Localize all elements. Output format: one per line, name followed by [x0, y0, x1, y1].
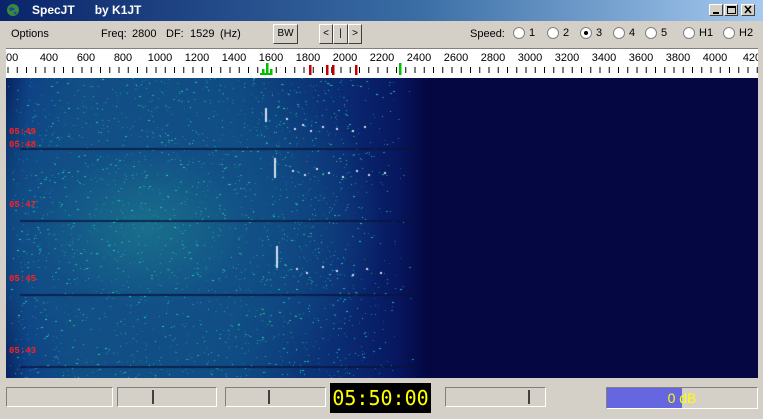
- options-menu[interactable]: Options: [11, 28, 49, 40]
- app-author: by K1JT: [94, 3, 142, 17]
- speed-radio-label: 2: [563, 27, 570, 39]
- scale-label: 1000: [148, 52, 172, 64]
- radio-circle-icon[interactable]: [513, 27, 525, 39]
- speed-radio-label: 1: [529, 27, 536, 39]
- maximize-button[interactable]: [724, 4, 738, 16]
- scale-label: 1600: [259, 52, 283, 64]
- radio-circle-icon[interactable]: [547, 27, 559, 39]
- radio-selected-dot-icon: [584, 31, 588, 35]
- signal-level-text: 0 dB: [667, 390, 697, 406]
- slider-3-thumb[interactable]: [528, 390, 530, 404]
- radio-circle-icon[interactable]: [723, 27, 735, 39]
- scale-label: 600: [77, 52, 95, 64]
- slider-3[interactable]: [445, 387, 546, 407]
- radio-circle-icon[interactable]: [613, 27, 625, 39]
- signal-level-meter: 0 dB: [606, 387, 758, 409]
- scale-label: 2800: [481, 52, 505, 64]
- scale-label: 400: [40, 52, 58, 64]
- scale-label: 3200: [555, 52, 579, 64]
- waterfall-time-label: 05:45: [9, 274, 37, 284]
- app-globe-icon: [7, 4, 19, 16]
- speed-radio-label: H1: [699, 27, 714, 39]
- nav-right-button[interactable]: >: [348, 24, 362, 44]
- scale-label: 2000: [333, 52, 357, 64]
- speed-radio-label: 4: [629, 27, 636, 39]
- scale-label: 2600: [444, 52, 468, 64]
- freq-label: Freq:: [101, 28, 127, 40]
- status-field-left: [6, 387, 113, 407]
- toolbar: Options Freq: 2800 DF: 1529 (Hz) BW < | …: [0, 21, 763, 47]
- waterfall-time-label: 05:43: [9, 346, 37, 356]
- scale-label: 3800: [666, 52, 690, 64]
- df-label: DF:: [166, 28, 184, 40]
- radio-circle-icon[interactable]: [645, 27, 657, 39]
- red-freq-marker: [326, 65, 329, 75]
- scale-label: 3600: [629, 52, 653, 64]
- scale-label: 800: [114, 52, 132, 64]
- red-freq-marker: [309, 65, 312, 75]
- scale-label: 3000: [518, 52, 542, 64]
- waterfall-display[interactable]: 05:49 05:48 05:47 05:45 05:43: [6, 78, 758, 378]
- waterfall-time-label: 05:47: [9, 200, 37, 210]
- maximize-icon: [727, 6, 736, 14]
- speed-radio-label: 5: [661, 27, 668, 39]
- df-value: 1529: [190, 28, 215, 40]
- waterfall-time-label: 05:48: [9, 140, 37, 150]
- waterfall-time-label: 05:49: [9, 127, 37, 137]
- close-button[interactable]: [741, 4, 755, 16]
- radio-circle-icon[interactable]: [683, 27, 695, 39]
- slider-1-thumb[interactable]: [152, 390, 154, 404]
- scale-label: 2400: [407, 52, 431, 64]
- waterfall-noise: [6, 78, 758, 378]
- minimize-button[interactable]: [709, 4, 723, 16]
- minimize-icon: [713, 12, 719, 14]
- scale-label: 420: [743, 52, 758, 64]
- frequency-scale: 00 400 600 800 1000 1200 1400 1600 1800 2000 2200 2…: [6, 48, 758, 79]
- scale-label: 4000: [703, 52, 727, 64]
- red-freq-marker: [332, 65, 335, 75]
- green-freq-marker: [399, 63, 402, 75]
- freq-value: 2800: [132, 28, 157, 40]
- df-unit: (Hz): [220, 28, 241, 40]
- slider-1[interactable]: [117, 387, 217, 407]
- radio-circle-icon[interactable]: [580, 27, 592, 39]
- speed-radio-label: H2: [739, 27, 754, 39]
- window-title: SpecJT by K1JT: [32, 3, 141, 17]
- title-bar[interactable]: SpecJT by K1JT: [0, 0, 763, 21]
- bw-button[interactable]: BW: [273, 24, 298, 44]
- scale-label: 3400: [592, 52, 616, 64]
- green-bw-bracket: [260, 73, 272, 75]
- nav-left-button[interactable]: <: [319, 24, 333, 44]
- slider-2-thumb[interactable]: [268, 390, 270, 404]
- speed-label: Speed:: [470, 28, 505, 40]
- slider-2[interactable]: [225, 387, 326, 407]
- app-name: SpecJT: [32, 3, 75, 17]
- scale-label: 1400: [222, 52, 246, 64]
- scale-label: 00: [6, 52, 18, 64]
- scale-label: 1200: [185, 52, 209, 64]
- close-icon: [744, 5, 752, 14]
- nav-center-button[interactable]: |: [333, 24, 348, 44]
- utc-clock: 05:50:00: [330, 383, 431, 413]
- speed-radio-label: 3: [596, 27, 603, 39]
- red-freq-marker: [355, 65, 358, 75]
- scale-label: 1800: [296, 52, 320, 64]
- scale-label: 2200: [370, 52, 394, 64]
